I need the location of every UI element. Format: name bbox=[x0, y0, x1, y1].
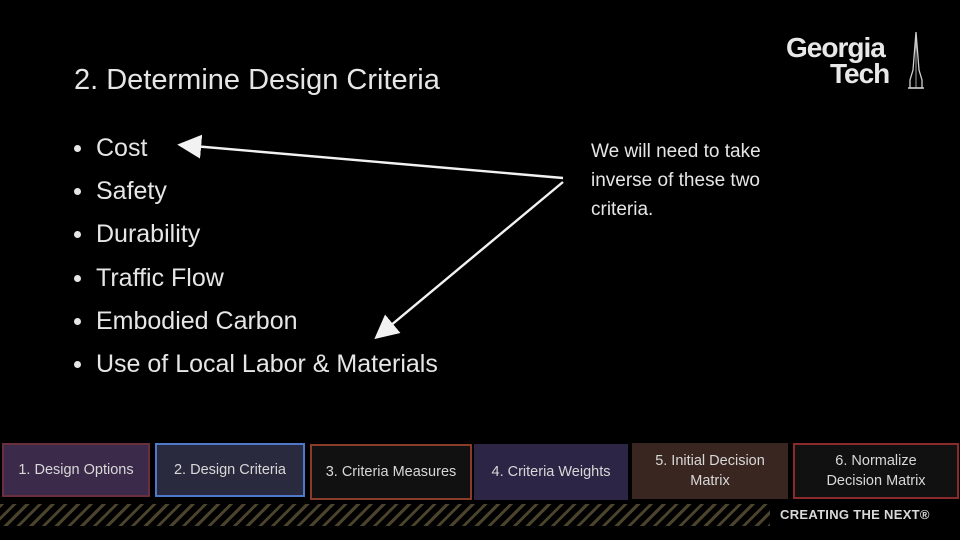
step-label: 2. Design Criteria bbox=[173, 462, 286, 478]
step-design-criteria[interactable]: 2. Design Criteria bbox=[155, 443, 305, 497]
step-initial-decision-matrix[interactable]: 5. Initial Decision Matrix bbox=[632, 443, 788, 499]
step-label: 4. Criteria Weights bbox=[491, 464, 611, 480]
step-design-options[interactable]: 1. Design Options bbox=[2, 443, 150, 497]
step-label: 3. Criteria Measures bbox=[325, 464, 457, 480]
arrow-to-embodied-carbon bbox=[374, 181, 564, 340]
process-steps: 1. Design Options 2. Design Criteria 3. … bbox=[0, 443, 960, 501]
step-criteria-measures[interactable]: 3. Criteria Measures bbox=[310, 444, 472, 500]
arrow-to-cost bbox=[177, 134, 564, 180]
step-label: 1. Design Options bbox=[18, 462, 134, 478]
step-criteria-weights[interactable]: 4. Criteria Weights bbox=[474, 444, 628, 500]
step-label: 5. Initial Decision Matrix bbox=[655, 453, 765, 489]
footer-tagline: CREATING THE NEXT® bbox=[780, 507, 930, 522]
footer-stripes bbox=[0, 504, 770, 526]
step-normalize-decision-matrix[interactable]: 6. Normalize Decision Matrix bbox=[793, 443, 959, 499]
step-label: 6. Normalize Decision Matrix bbox=[826, 453, 926, 489]
